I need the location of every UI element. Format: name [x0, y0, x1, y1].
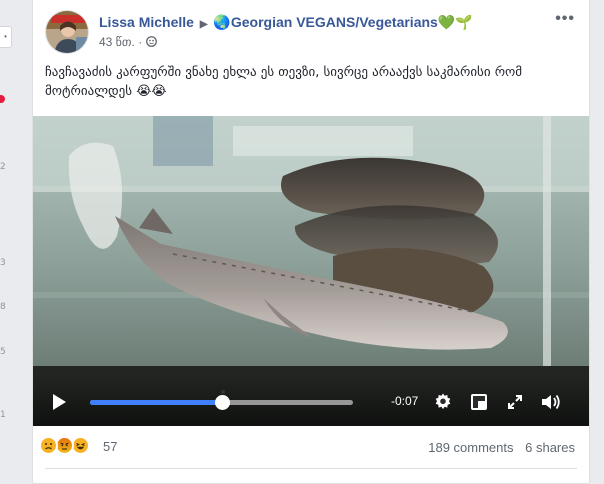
separator-dot: · — [138, 35, 146, 49]
settings-icon[interactable] — [433, 392, 453, 412]
sad-reaction-icon — [39, 436, 58, 455]
more-options-icon[interactable]: ••• — [555, 10, 575, 28]
group-privacy-icon — [145, 35, 157, 49]
avatar[interactable] — [45, 10, 89, 54]
left-rail: • 2 3 8 5 1 — [0, 0, 18, 484]
volume-icon[interactable] — [540, 392, 560, 412]
rail-number: 3 — [0, 258, 6, 268]
seek-handle[interactable] — [214, 395, 230, 410]
author-link[interactable]: Lissa Michelle — [99, 14, 194, 30]
mini-player-icon[interactable] — [469, 392, 489, 412]
caret-right-icon: ▶ — [199, 19, 208, 30]
fullscreen-icon[interactable] — [505, 392, 525, 412]
rail-number: 1 — [0, 410, 6, 420]
reaction-count: 57 — [103, 439, 118, 454]
engagement-counts: 189 comments 6 shares — [420, 440, 575, 455]
post-text: ჩავჩავაძის კარფურში ვნახე ეხლა ეს თევზი,… — [45, 65, 523, 99]
post-card: Lissa Michelle ▶ 🌏Georgian VEGANS/Vegeta… — [32, 0, 590, 484]
video-player[interactable]: -0:07 — [33, 116, 589, 426]
rail-number: 5 — [0, 347, 6, 357]
post-header: Lissa Michelle ▶ 🌏Georgian VEGANS/Vegeta… — [45, 10, 579, 54]
play-icon[interactable] — [53, 394, 66, 410]
seek-progress — [90, 400, 222, 405]
time-remaining: -0:07 — [391, 394, 419, 408]
author-line: Lissa Michelle ▶ 🌏Georgian VEGANS/Vegeta… — [99, 14, 473, 31]
rail-number: 8 — [0, 302, 6, 312]
rail-chip[interactable]: • — [0, 26, 12, 48]
divider — [45, 468, 577, 469]
timestamp-link[interactable]: 43 წთ. — [99, 35, 135, 49]
seek-bar[interactable] — [90, 395, 353, 410]
group-link[interactable]: 🌏Georgian VEGANS/Vegetarians💚🌱 — [213, 14, 472, 30]
comments-count-link[interactable]: 189 comments — [428, 440, 513, 455]
shares-count-link[interactable]: 6 shares — [525, 440, 575, 455]
notification-dot — [0, 95, 5, 103]
rail-number: 2 — [0, 162, 6, 172]
post-meta: 43 წთ. · — [99, 35, 157, 49]
video-controls: -0:07 — [33, 374, 589, 426]
